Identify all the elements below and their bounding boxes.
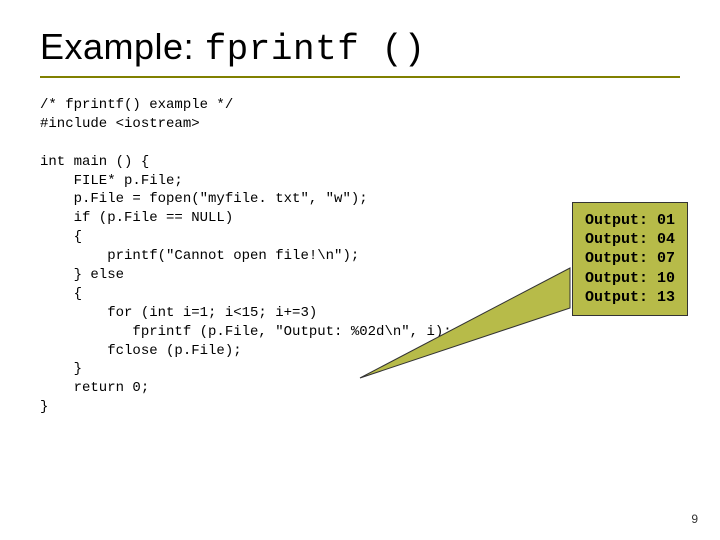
output-line: Output: 10 <box>585 269 675 288</box>
slide-title: Example: fprintf () <box>40 26 680 78</box>
title-text-mono: fprintf () <box>205 29 426 70</box>
output-line: Output: 07 <box>585 249 675 268</box>
title-text-plain: Example: <box>40 26 205 67</box>
slide: Example: fprintf () /* fprintf() example… <box>0 0 720 540</box>
output-line: Output: 13 <box>585 288 675 307</box>
page-number: 9 <box>691 512 698 526</box>
output-line: Output: 04 <box>585 230 675 249</box>
output-line: Output: 01 <box>585 211 675 230</box>
output-box: Output: 01 Output: 04 Output: 07 Output:… <box>572 202 688 316</box>
